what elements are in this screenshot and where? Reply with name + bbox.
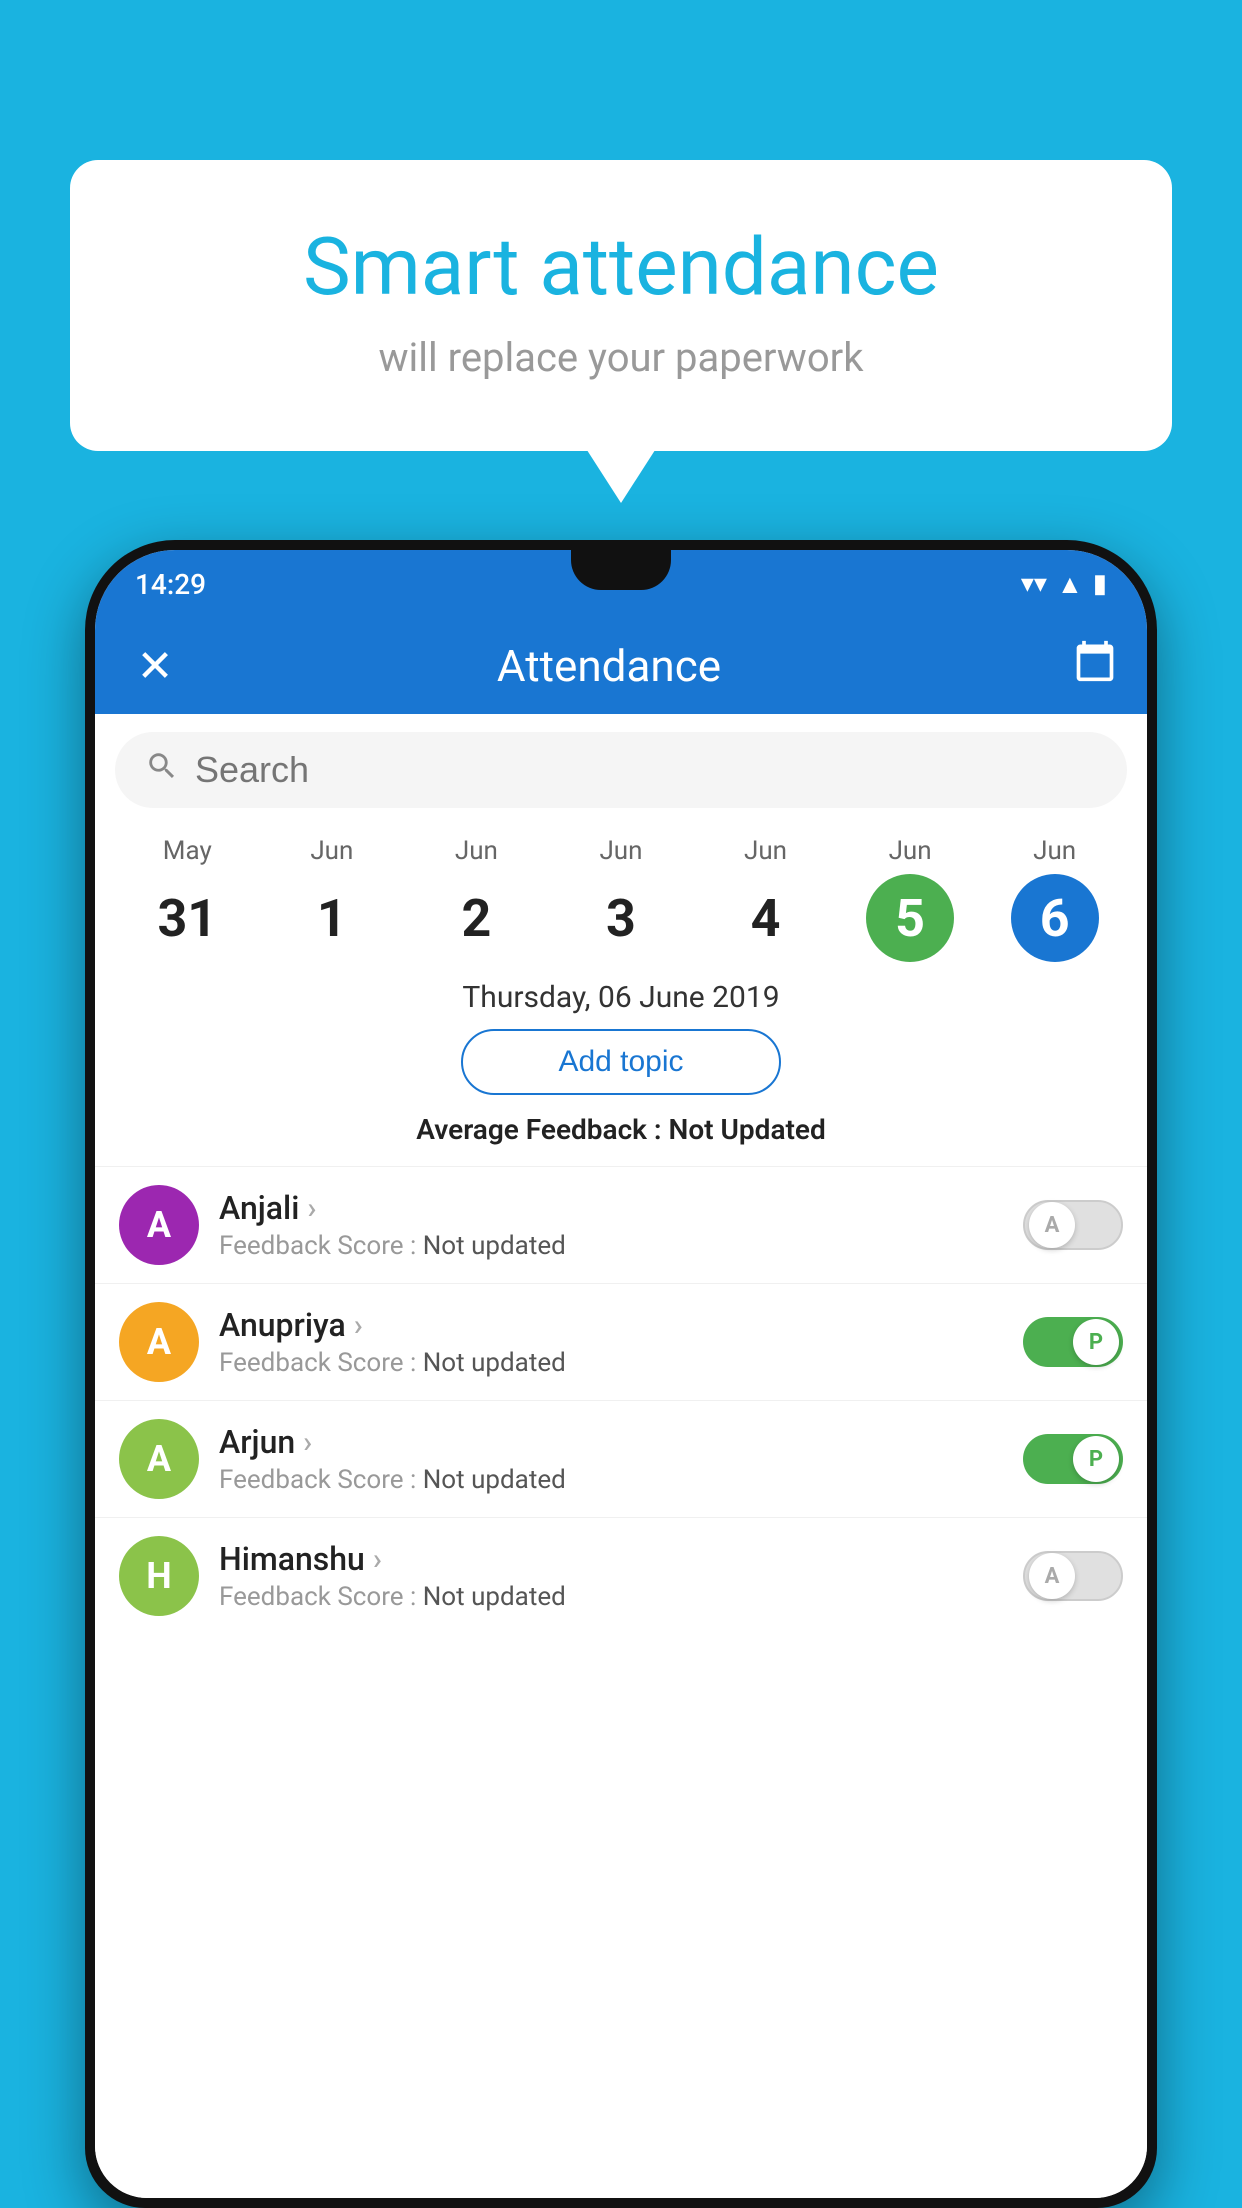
student-name: Anjali <box>219 1189 1003 1227</box>
attendance-toggle[interactable]: P <box>1023 1317 1123 1367</box>
attendance-toggle[interactable]: P <box>1023 1434 1123 1484</box>
calendar-day[interactable]: Jun 5 <box>850 836 970 962</box>
calendar-month: May <box>163 836 212 866</box>
student-item[interactable]: H Himanshu Feedback Score : Not updated … <box>95 1517 1147 1634</box>
notch <box>571 550 671 590</box>
selected-date: Thursday, 06 June 2019 <box>95 980 1147 1015</box>
calendar-month: Jun <box>455 836 498 866</box>
feedback-label-text: Average Feedback : <box>416 1113 668 1146</box>
calendar-date-num: 6 <box>1011 874 1099 962</box>
calendar-month: Jun <box>599 836 642 866</box>
calendar-day[interactable]: Jun 4 <box>706 836 826 962</box>
status-bar: 14:29 ▾▾ ▲ ▮ <box>95 550 1147 618</box>
student-info: Anjali Feedback Score : Not updated <box>219 1189 1003 1261</box>
search-input[interactable] <box>195 749 1097 791</box>
student-info: Anupriya Feedback Score : Not updated <box>219 1306 1003 1378</box>
calendar-day[interactable]: Jun 2 <box>416 836 536 962</box>
student-item[interactable]: A Arjun Feedback Score : Not updated P <box>95 1400 1147 1517</box>
student-avatar: A <box>119 1185 199 1265</box>
toggle-knob: A <box>1029 1553 1075 1599</box>
app-title: Attendance <box>205 640 1013 692</box>
toggle-knob: A <box>1029 1202 1075 1248</box>
calendar-month: Jun <box>889 836 932 866</box>
speech-bubble: Smart attendance will replace your paper… <box>70 160 1172 451</box>
phone-screen: 14:29 ▾▾ ▲ ▮ ✕ Attendance <box>95 550 1147 2198</box>
attendance-toggle[interactable]: A <box>1023 1200 1123 1250</box>
calendar-day[interactable]: Jun 3 <box>561 836 681 962</box>
student-info: Arjun Feedback Score : Not updated <box>219 1423 1003 1495</box>
calendar-date-num: 5 <box>866 874 954 962</box>
search-icon <box>145 749 179 792</box>
calendar-date-num: 2 <box>432 874 520 962</box>
status-icons: ▾▾ ▲ ▮ <box>1021 569 1107 600</box>
calendar-day[interactable]: Jun 1 <box>272 836 392 962</box>
student-name: Himanshu <box>219 1540 1003 1578</box>
calendar-icon[interactable] <box>1073 639 1117 693</box>
calendar-date-num: 1 <box>288 874 376 962</box>
student-feedback-score: Feedback Score : Not updated <box>219 1348 1003 1378</box>
student-feedback-score: Feedback Score : Not updated <box>219 1231 1003 1261</box>
student-feedback-score: Feedback Score : Not updated <box>219 1582 1003 1612</box>
add-topic-button[interactable]: Add topic <box>461 1029 781 1095</box>
calendar-strip: May 31 Jun 1 Jun 2 Jun 3 Jun 4 Jun 5 Jun… <box>95 826 1147 962</box>
calendar-month: Jun <box>1033 836 1076 866</box>
app-content: May 31 Jun 1 Jun 2 Jun 3 Jun 4 Jun 5 Jun… <box>95 714 1147 2198</box>
signal-icon: ▲ <box>1057 569 1083 600</box>
app-bar: ✕ Attendance <box>95 618 1147 714</box>
student-item[interactable]: A Anupriya Feedback Score : Not updated … <box>95 1283 1147 1400</box>
attendance-toggle[interactable]: A <box>1023 1551 1123 1601</box>
student-avatar: A <box>119 1419 199 1499</box>
speech-subtitle: will replace your paperwork <box>150 334 1092 381</box>
status-time: 14:29 <box>135 568 206 601</box>
student-info: Himanshu Feedback Score : Not updated <box>219 1540 1003 1612</box>
student-name: Anupriya <box>219 1306 1003 1344</box>
search-container[interactable] <box>115 732 1127 808</box>
close-button[interactable]: ✕ <box>125 640 185 692</box>
toggle-knob: P <box>1073 1436 1119 1482</box>
feedback-value: Not Updated <box>669 1113 826 1146</box>
calendar-day[interactable]: Jun 6 <box>995 836 1115 962</box>
speech-bubble-container: Smart attendance will replace your paper… <box>70 160 1172 451</box>
student-feedback-score: Feedback Score : Not updated <box>219 1465 1003 1495</box>
battery-icon: ▮ <box>1093 569 1107 599</box>
student-name: Arjun <box>219 1423 1003 1461</box>
wifi-icon: ▾▾ <box>1021 569 1047 599</box>
calendar-date-num: 31 <box>143 874 231 962</box>
speech-title: Smart attendance <box>150 220 1092 314</box>
calendar-month: Jun <box>744 836 787 866</box>
average-feedback: Average Feedback : Not Updated <box>95 1113 1147 1146</box>
student-item[interactable]: A Anjali Feedback Score : Not updated A <box>95 1166 1147 1283</box>
students-list: A Anjali Feedback Score : Not updated A … <box>95 1166 1147 1634</box>
calendar-date-num: 4 <box>722 874 810 962</box>
student-avatar: H <box>119 1536 199 1616</box>
calendar-day[interactable]: May 31 <box>127 836 247 962</box>
toggle-knob: P <box>1073 1319 1119 1365</box>
calendar-month: Jun <box>310 836 353 866</box>
phone-frame: 14:29 ▾▾ ▲ ▮ ✕ Attendance <box>85 540 1157 2208</box>
calendar-date-num: 3 <box>577 874 665 962</box>
student-avatar: A <box>119 1302 199 1382</box>
